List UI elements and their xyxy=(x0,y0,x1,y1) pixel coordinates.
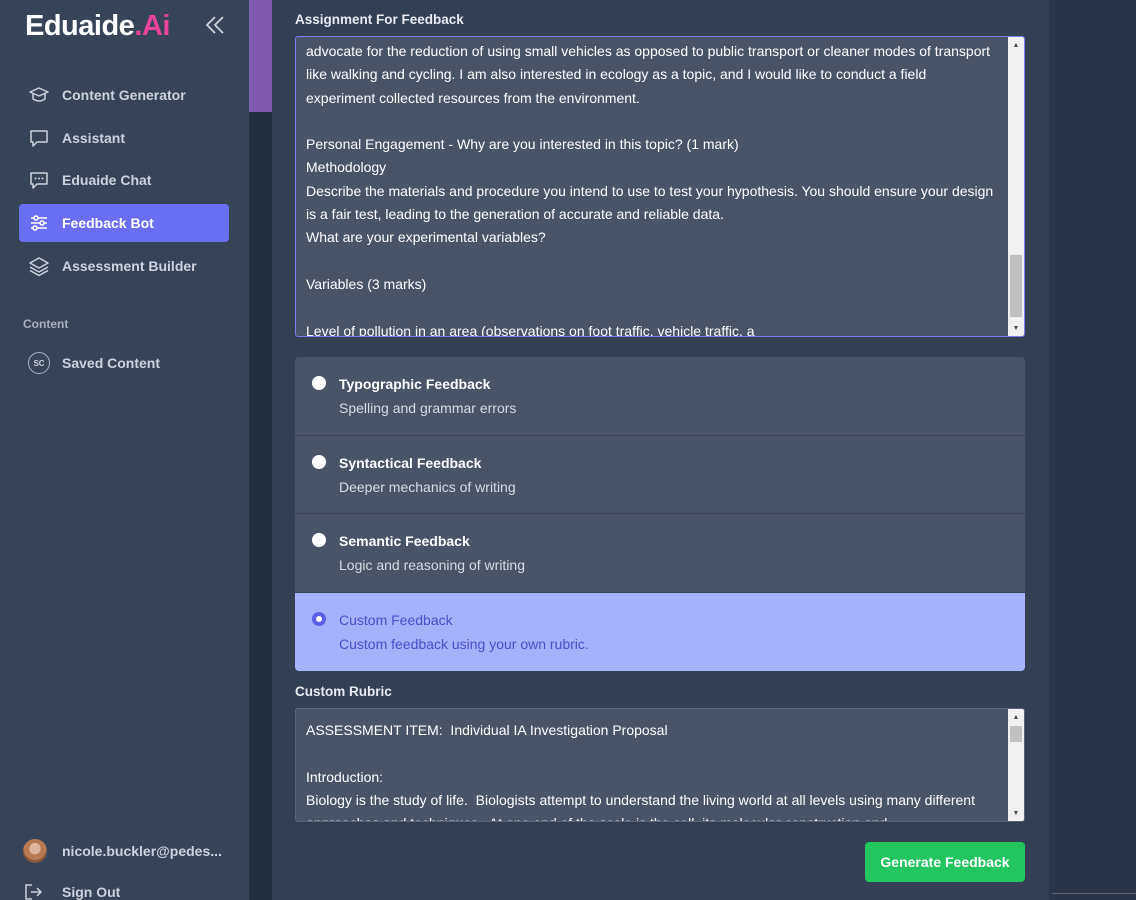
sign-out-button[interactable]: Sign Out xyxy=(23,882,120,900)
user-email: nicole.buckler@pedes... xyxy=(62,843,222,859)
custom-rubric-textarea[interactable]: ASSESSMENT ITEM: Individual IA Investiga… xyxy=(295,708,1025,822)
option-description: Deeper mechanics of writing xyxy=(339,478,516,495)
sidebar-item-label: Content Generator xyxy=(62,87,186,103)
sidebar-item-label: Assistant xyxy=(62,130,126,146)
option-title: Syntactical Feedback xyxy=(339,454,482,471)
sidebar-item-label: Eduaide Chat xyxy=(62,172,152,188)
sidebar-item-label: Assessment Builder xyxy=(62,258,197,274)
sidebar-item-label: Saved Content xyxy=(62,355,161,371)
avatar xyxy=(23,839,47,863)
option-title: Semantic Feedback xyxy=(339,533,470,549)
assignment-label: Assignment For Feedback xyxy=(295,12,464,27)
scroll-up-icon[interactable]: ▲ xyxy=(1008,37,1024,53)
option-description: Spelling and grammar errors xyxy=(339,400,517,416)
custom-rubric-label: Custom Rubric xyxy=(295,684,392,699)
sidebar-item-content-generator[interactable]: Content Generator xyxy=(19,76,229,114)
saved-content-icon: SC xyxy=(28,352,50,374)
gutter xyxy=(249,0,272,900)
divider xyxy=(1052,893,1136,894)
sidebar-item-saved-content[interactable]: SC Saved Content xyxy=(19,344,229,382)
scroll-down-icon[interactable]: ▼ xyxy=(1008,805,1024,821)
layers-icon xyxy=(27,254,51,278)
generate-feedback-button[interactable]: Generate Feedback xyxy=(865,842,1025,882)
option-typographic-feedback[interactable]: Typographic Feedback Spelling and gramma… xyxy=(295,357,1025,436)
assignment-scrollbar[interactable]: ▲ ▼ xyxy=(1008,37,1024,336)
option-semantic-feedback[interactable]: Semantic Feedback Logic and reasoning of… xyxy=(295,514,1025,593)
sidebar-item-assistant[interactable]: Assistant xyxy=(19,119,229,157)
scroll-thumb[interactable] xyxy=(1010,255,1022,317)
chat-bubble-icon xyxy=(27,126,51,150)
sidebar-item-assessment-builder[interactable]: Assessment Builder xyxy=(19,247,229,285)
option-description: Logic and reasoning of writing xyxy=(339,557,526,573)
graduation-cap-icon xyxy=(27,83,51,107)
user-account[interactable]: nicole.buckler@pedes... xyxy=(23,839,222,863)
scroll-down-icon[interactable]: ▼ xyxy=(1008,320,1024,336)
sidebar-item-label: Feedback Bot xyxy=(62,215,154,231)
section-label-content: Content xyxy=(23,317,69,331)
sidebar-item-feedback-bot[interactable]: Feedback Bot xyxy=(19,204,229,242)
radio-button[interactable] xyxy=(312,454,326,469)
assignment-textarea[interactable]: advocate for the reduction of using smal… xyxy=(295,36,1025,337)
right-strip xyxy=(1049,0,1136,900)
option-title: Custom Feedback xyxy=(339,611,453,628)
rubric-scrollbar[interactable]: ▲ ▼ xyxy=(1008,709,1024,821)
rubric-text[interactable]: ASSESSMENT ITEM: Individual IA Investiga… xyxy=(296,709,1024,821)
feedback-type-options: Typographic Feedback Spelling and gramma… xyxy=(295,357,1025,671)
scroll-up-icon[interactable]: ▲ xyxy=(1008,709,1024,725)
gutter-accent xyxy=(249,0,272,112)
assignment-text[interactable]: advocate for the reduction of using smal… xyxy=(296,37,1024,336)
radio-button[interactable] xyxy=(312,376,326,390)
sidebar: Eduaide.Ai Content Generator Assistant E… xyxy=(0,0,249,900)
option-title: Typographic Feedback xyxy=(339,376,491,392)
brand-logo[interactable]: Eduaide.Ai xyxy=(25,10,170,43)
radio-button-selected[interactable] xyxy=(312,611,326,626)
collapse-sidebar-icon[interactable] xyxy=(204,12,226,38)
sliders-icon xyxy=(27,211,51,235)
option-description: Custom feedback using your own rubric. xyxy=(339,635,589,652)
option-custom-feedback[interactable]: Custom Feedback Custom feedback using yo… xyxy=(295,592,1025,671)
chat-dots-icon xyxy=(27,168,51,192)
option-syntactical-feedback[interactable]: Syntactical Feedback Deeper mechanics of… xyxy=(295,436,1025,514)
scroll-thumb[interactable] xyxy=(1010,726,1022,742)
radio-button[interactable] xyxy=(312,533,326,547)
sign-out-label: Sign Out xyxy=(62,884,121,900)
sign-out-icon xyxy=(23,882,47,900)
sidebar-item-eduaide-chat[interactable]: Eduaide Chat xyxy=(19,161,229,199)
